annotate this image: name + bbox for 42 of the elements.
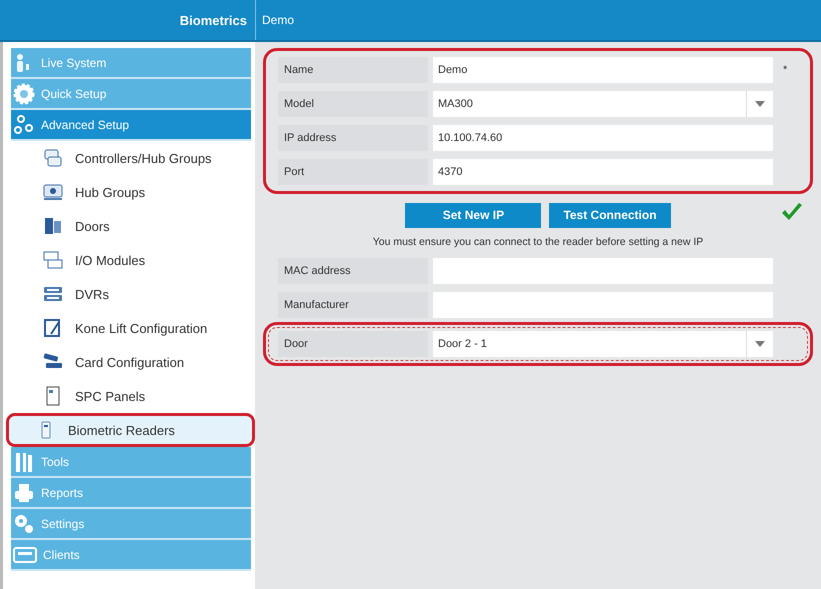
field-label: Port	[278, 159, 428, 185]
notice-text: You must ensure you can connect to the reader before setting a new IP	[372, 235, 704, 250]
caret-icon	[755, 101, 765, 107]
dropdown-field[interactable]: Door 2 - 1	[433, 331, 773, 357]
input-field[interactable]: Demo	[433, 57, 773, 83]
nav-item[interactable]: DVRs	[11, 277, 251, 311]
printer-icon	[13, 482, 35, 504]
action-button[interactable]: Set New IP	[405, 202, 542, 228]
badge-icon	[13, 546, 37, 564]
field-label: Model	[278, 91, 428, 117]
nav-item[interactable]: I/O Modules	[11, 243, 251, 277]
input-field[interactable]: 4370	[433, 159, 773, 185]
door-icon	[43, 216, 63, 236]
input-field[interactable]	[433, 292, 773, 318]
field-label: Name	[278, 57, 428, 83]
page-title: Demo	[255, 0, 294, 40]
nav-group[interactable]: Advanced Setup	[11, 110, 251, 141]
field-label: Door	[278, 331, 428, 357]
input-field[interactable]: 10.100.74.60	[433, 125, 773, 151]
caret-icon	[755, 341, 765, 347]
dropdown-field[interactable]: MA300	[433, 91, 773, 117]
nav-item[interactable]: Kone Lift Configuration	[11, 311, 251, 345]
nav-item[interactable]: Doors	[11, 209, 251, 243]
field-label: MAC address	[278, 258, 428, 284]
tools-icon	[13, 450, 35, 472]
gear-icon	[13, 82, 35, 104]
input-field[interactable]	[433, 258, 773, 284]
nav-item[interactable]: Controllers/Hub Groups	[11, 141, 251, 175]
action-button[interactable]: Test Connection	[549, 202, 671, 228]
folders-icon	[43, 148, 63, 168]
section-title: Biometrics	[178, 12, 248, 28]
device-icon	[43, 284, 63, 304]
field-label: Manufacturer	[278, 292, 428, 318]
nodes-icon	[13, 114, 35, 136]
gears-icon	[13, 512, 35, 534]
nav-item[interactable]: Hub Groups	[11, 175, 251, 209]
nav-item[interactable]: Biometric Readers	[6, 413, 255, 447]
nav-item[interactable]: SPC Panels	[11, 379, 251, 413]
nav-item[interactable]: Card Configuration	[11, 345, 251, 379]
field-label: IP address	[278, 125, 428, 151]
windows-icon	[43, 250, 63, 270]
required-mark: *	[783, 64, 788, 76]
